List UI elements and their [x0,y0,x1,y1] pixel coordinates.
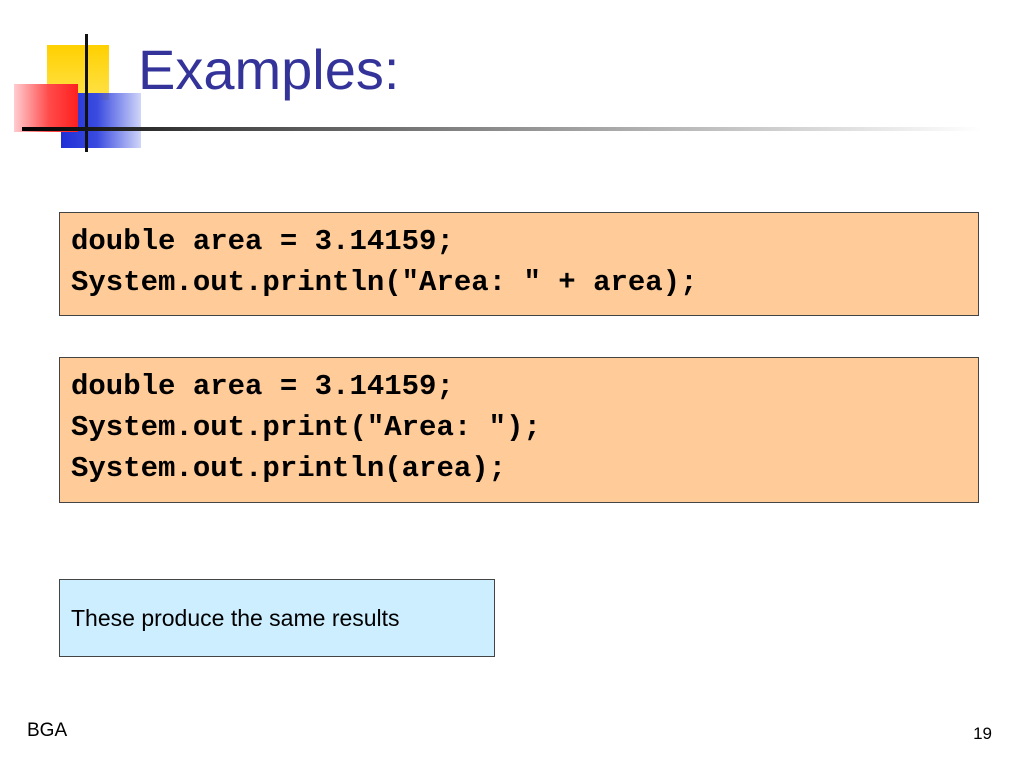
footer-label: BGA [27,720,68,741]
title-underline [22,127,982,131]
code-line: double area = 3.14159; [71,225,454,258]
note-box: These produce the same results [59,579,495,657]
code-line: System.out.print("Area: "); [71,411,541,444]
red-square-shape [14,84,78,132]
page-number: 19 [973,724,992,743]
vertical-rule [85,34,88,152]
note-text: These produce the same results [71,604,400,631]
code-line: double area = 3.14159; [71,370,454,403]
code-line: System.out.println(area); [71,452,507,485]
title-decoration-logo [0,0,160,160]
code-block-println: double area = 3.14159; System.out.printl… [59,212,979,316]
slide-title: Examples: [138,38,400,101]
code-block-print-println: double area = 3.14159; System.out.print(… [59,357,979,503]
code-line: System.out.println("Area: " + area); [71,266,698,299]
